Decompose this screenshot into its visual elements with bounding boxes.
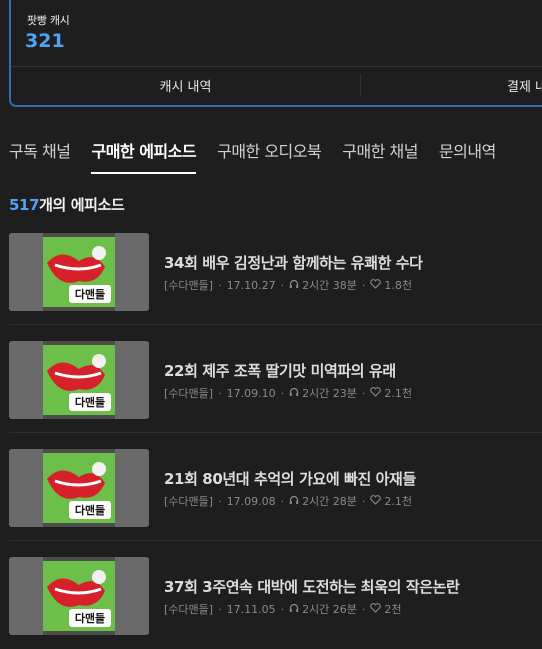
episode-likes: 2.1천	[384, 387, 413, 400]
heart-icon	[370, 602, 382, 616]
meta-separator: ·	[218, 386, 222, 400]
episode-title[interactable]: 34회 배우 김정난과 함께하는 유쾌한 수다	[164, 252, 423, 273]
cash-panel: 팟빵 캐시 321 캐시 내역 결제 내	[9, 0, 542, 107]
cash-amount: 321	[25, 30, 65, 52]
episode-channel: [수다맨들]	[164, 279, 214, 292]
heart-icon	[370, 386, 382, 400]
episode-meta: [수다맨들] · 17.10.27 · 2시간 38분 · 1.8천	[164, 277, 412, 293]
episode-channel: [수다맨들]	[164, 387, 214, 400]
episode-count-suffix: 개의 에피소드	[39, 196, 125, 214]
meta-separator: ·	[280, 494, 285, 508]
meta-separator: ·	[361, 278, 366, 292]
episode-list: 다맨들 34회 배우 김정난과 함께하는 유쾌한 수다 [수다맨들] · 17.…	[9, 217, 542, 649]
episode-duration: 2시간 23분	[302, 387, 357, 400]
episode-channel: [수다맨들]	[164, 495, 214, 508]
heart-icon	[370, 494, 382, 508]
episode-duration: 2시간 26분	[302, 603, 357, 616]
thumbnail-text: 다맨들	[75, 611, 105, 625]
thumbnail-text: 다맨들	[75, 395, 105, 409]
episode-likes: 1.8천	[384, 279, 413, 292]
meta-separator: ·	[361, 494, 366, 508]
episode-count: 517개의 에피소드	[9, 194, 125, 215]
meta-separator: ·	[218, 278, 222, 292]
episode-likes: 2천	[384, 603, 402, 616]
episode-meta: [수다맨들] · 17.11.05 · 2시간 26분 · 2천	[164, 601, 402, 617]
headphones-icon	[289, 387, 299, 400]
payment-history-button[interactable]: 결제 내	[360, 74, 542, 96]
episode-thumbnail[interactable]: 다맨들	[9, 233, 149, 311]
cash-history-button[interactable]: 캐시 내역	[11, 76, 360, 96]
heart-icon	[370, 278, 382, 292]
episode-thumbnail[interactable]: 다맨들	[9, 449, 149, 527]
headphones-icon	[289, 603, 299, 616]
episode-title[interactable]: 22회 제주 조폭 딸기맛 미역파의 유래	[164, 360, 396, 381]
tab-inquiries[interactable]: 문의내역	[439, 138, 496, 174]
meta-separator: ·	[280, 386, 285, 400]
thumbnail-text: 다맨들	[75, 503, 105, 517]
tab-purchased-episodes[interactable]: 구매한 에피소드	[91, 138, 197, 174]
tab-subscribed-channels[interactable]: 구독 채널	[9, 138, 71, 174]
episode-thumbnail[interactable]: 다맨들	[9, 341, 149, 419]
episode-date: 17.11.05	[226, 602, 276, 616]
episode-duration: 2시간 38분	[302, 279, 357, 292]
list-item[interactable]: 다맨들 37회 3주연속 대박에 도전하는 최욱의 작은논란 [수다맨들] · …	[9, 541, 542, 649]
episode-meta: [수다맨들] · 17.09.10 · 2시간 23분 · 2.1천	[164, 385, 412, 401]
episode-duration: 2시간 28분	[302, 495, 357, 508]
tab-purchased-channels[interactable]: 구매한 채널	[342, 138, 418, 174]
episode-channel: [수다맨들]	[164, 603, 214, 616]
meta-separator: ·	[218, 494, 222, 508]
thumbnail-text: 다맨들	[75, 287, 105, 301]
meta-separator: ·	[361, 386, 366, 400]
cash-label: 팟빵 캐시	[27, 14, 70, 27]
meta-separator: ·	[280, 278, 285, 292]
headphones-icon	[289, 279, 299, 292]
episode-title[interactable]: 21회 80년대 추억의 가요에 빠진 아재들	[164, 468, 416, 489]
tab-purchased-audiobooks[interactable]: 구매한 오디오북	[217, 138, 322, 174]
cash-divider	[11, 66, 542, 67]
headphones-icon	[289, 495, 299, 508]
episode-date: 17.09.08	[226, 494, 276, 508]
episode-likes: 2.1천	[384, 495, 413, 508]
meta-separator: ·	[218, 602, 222, 616]
episode-thumbnail[interactable]: 다맨들	[9, 557, 149, 635]
list-item[interactable]: 다맨들 34회 배우 김정난과 함께하는 유쾌한 수다 [수다맨들] · 17.…	[9, 217, 542, 325]
tab-bar: 구독 채널 구매한 에피소드 구매한 오디오북 구매한 채널 문의내역	[9, 138, 517, 174]
episode-count-number: 517	[9, 196, 40, 214]
list-item[interactable]: 다맨들 22회 제주 조폭 딸기맛 미역파의 유래 [수다맨들] · 17.09…	[9, 325, 542, 433]
episode-date: 17.09.10	[226, 386, 276, 400]
episode-date: 17.10.27	[226, 278, 276, 292]
episode-title[interactable]: 37회 3주연속 대박에 도전하는 최욱의 작은논란	[164, 576, 460, 597]
episode-meta: [수다맨들] · 17.09.08 · 2시간 28분 · 2.1천	[164, 493, 412, 509]
meta-separator: ·	[361, 602, 366, 616]
list-item[interactable]: 다맨들 21회 80년대 추억의 가요에 빠진 아재들 [수다맨들] · 17.…	[9, 433, 542, 541]
meta-separator: ·	[280, 602, 285, 616]
